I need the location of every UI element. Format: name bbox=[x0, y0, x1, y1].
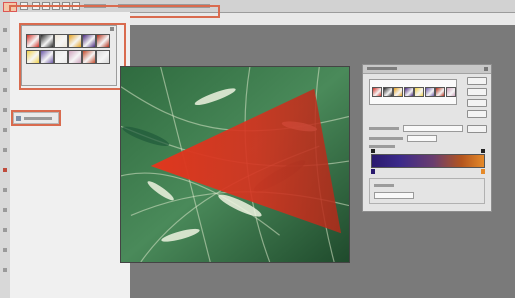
smoothness-label bbox=[369, 145, 395, 148]
tool-icon[interactable] bbox=[3, 28, 7, 32]
gradient-picker-highlight bbox=[19, 23, 126, 90]
new-button[interactable] bbox=[467, 125, 487, 133]
gradient-preset[interactable] bbox=[382, 87, 393, 97]
tool-icon[interactable] bbox=[3, 48, 7, 52]
gradient-preset[interactable] bbox=[424, 87, 435, 97]
gradient-type-select[interactable] bbox=[407, 135, 437, 142]
opacity-stop-icon[interactable] bbox=[371, 149, 375, 153]
stop-location-field[interactable] bbox=[374, 192, 414, 199]
cancel-button[interactable] bbox=[467, 88, 487, 96]
tool-icon[interactable] bbox=[3, 248, 7, 252]
name-field[interactable] bbox=[403, 125, 463, 132]
color-stop-icon[interactable] bbox=[371, 169, 375, 174]
dialog-title-bar bbox=[363, 65, 491, 74]
gradient-preset[interactable] bbox=[403, 87, 414, 97]
close-icon[interactable] bbox=[484, 67, 488, 71]
tool-icon[interactable] bbox=[3, 208, 7, 212]
dialog-title bbox=[367, 67, 397, 70]
gradient-editor-dialog bbox=[362, 64, 492, 212]
gradient-preset[interactable] bbox=[414, 87, 424, 97]
wheat-field-photo bbox=[121, 67, 349, 262]
gradient-preset[interactable] bbox=[372, 87, 382, 97]
ok-button[interactable] bbox=[467, 77, 487, 85]
gradient-preset[interactable] bbox=[435, 87, 445, 97]
tool-icon[interactable] bbox=[3, 128, 7, 132]
gradient-preset[interactable] bbox=[393, 87, 403, 97]
tool-icon[interactable] bbox=[3, 188, 7, 192]
color-stop-icon[interactable] bbox=[481, 169, 485, 174]
load-button[interactable] bbox=[467, 99, 487, 107]
save-button[interactable] bbox=[467, 110, 487, 118]
tool-icon[interactable] bbox=[3, 148, 7, 152]
tool-icon[interactable] bbox=[3, 108, 7, 112]
tool-icon[interactable] bbox=[3, 228, 7, 232]
name-label bbox=[369, 127, 399, 130]
tool-icon[interactable] bbox=[3, 68, 7, 72]
gradient-type-label bbox=[369, 137, 403, 140]
stops-label bbox=[374, 184, 394, 187]
stops-section bbox=[369, 178, 485, 204]
tool-icon[interactable] bbox=[3, 268, 7, 272]
document-canvas[interactable] bbox=[120, 66, 350, 263]
gradient-preset[interactable] bbox=[445, 87, 456, 97]
gradient-bar[interactable] bbox=[371, 154, 485, 168]
gradient-tool-icon[interactable] bbox=[3, 168, 7, 172]
tool-icon[interactable] bbox=[3, 88, 7, 92]
opacity-stop-icon[interactable] bbox=[481, 149, 485, 153]
photo-editor-window bbox=[0, 0, 515, 298]
gradient-presets bbox=[369, 79, 457, 105]
layer-highlight bbox=[11, 110, 61, 126]
